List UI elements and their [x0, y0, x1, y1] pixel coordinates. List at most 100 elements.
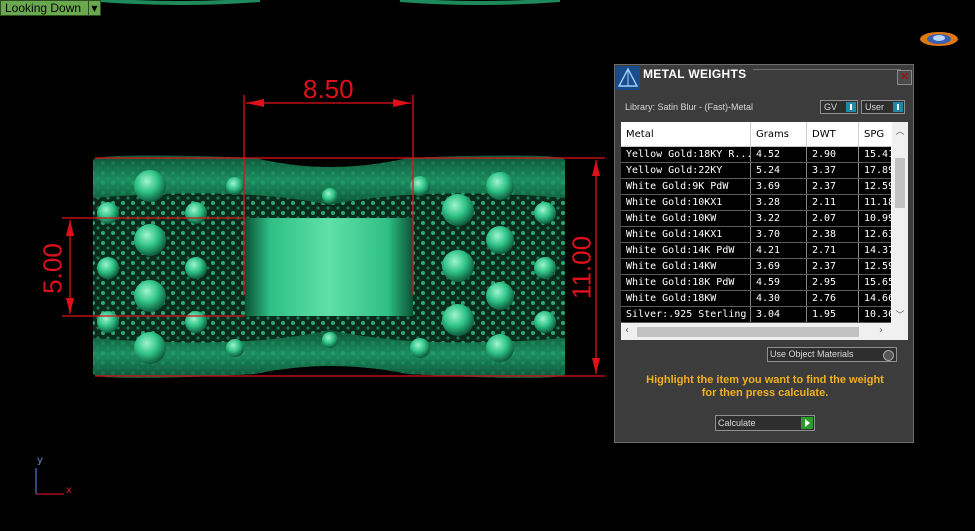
spg-value: 12.63	[864, 229, 891, 240]
dwt-value: 2.38	[807, 227, 859, 242]
vertical-scrollbar[interactable]: ︿ ﹀	[892, 122, 908, 323]
instruction-line-2: for then press calculate.	[701, 387, 829, 399]
ring-top-edge	[399, 0, 561, 5]
table-row[interactable]: White Gold:14K PdW4.212.71 14.37	[621, 243, 891, 259]
table-row[interactable]: White Gold:9K PdW3.692.37 12.59	[621, 179, 891, 195]
table-row[interactable]: White Gold:18K PdW4.592.95 15.65	[621, 275, 891, 291]
table-header: Metal Grams DWT SPG	[621, 122, 891, 147]
spg-value: 14.37	[864, 245, 891, 256]
scroll-left-icon[interactable]: ‹	[625, 325, 629, 336]
table-row[interactable]: White Gold:14KW3.692.37 12.59	[621, 259, 891, 275]
dwt-value: 2.71	[807, 243, 859, 258]
dwt-value: 1.95	[807, 307, 859, 322]
spg-value: 10.99	[864, 213, 891, 224]
dwt-value: 3.37	[807, 163, 859, 178]
grams-value: 4.21	[751, 243, 807, 258]
metal-name: White Gold:18KW	[621, 291, 751, 306]
axis-y-label: y	[37, 455, 43, 466]
axis-x-label: x	[66, 485, 72, 496]
metal-name: White Gold:14K PdW	[621, 243, 751, 258]
metal-table: Metal Grams DWT SPG Yellow Gold:18KY R..…	[621, 122, 908, 340]
table-row[interactable]: White Gold:10KW3.222.07 10.99	[621, 211, 891, 227]
scroll-right-icon[interactable]: ›	[879, 325, 883, 336]
close-button[interactable]: ✕	[897, 70, 912, 85]
view-selector[interactable]: Looking Down ▼	[0, 0, 101, 16]
spg-value: 11.18	[864, 197, 891, 208]
dimension-height-left-label: 5.00	[37, 243, 68, 294]
gem-logo-icon[interactable]	[918, 28, 960, 50]
ring-top-edge	[99, 0, 261, 5]
metal-name: Yellow Gold:22KY	[621, 163, 751, 178]
metal-name: Silver:.925 Sterling	[621, 307, 751, 322]
metal-name: White Gold:10KW	[621, 211, 751, 226]
radio-icon[interactable]	[883, 350, 894, 361]
dwt-value: 2.07	[807, 211, 859, 226]
scroll-thumb[interactable]	[637, 327, 859, 337]
axis-gizmo	[35, 468, 64, 495]
user-toggle[interactable]: User	[861, 100, 905, 114]
dimension-height-right-label: 11.00	[566, 235, 597, 300]
calculate-label: Calculate	[718, 418, 756, 428]
dwt-value: 2.76	[807, 291, 859, 306]
grams-value: 3.28	[751, 195, 807, 210]
dwt-value: 2.37	[807, 179, 859, 194]
grams-value: 4.52	[751, 147, 807, 162]
metal-name: White Gold:9K PdW	[621, 179, 751, 194]
play-icon	[801, 417, 813, 429]
table-row[interactable]: Silver:.925 Sterling3.041.95 10.36	[621, 307, 891, 323]
pyramid-icon	[616, 66, 640, 90]
spg-value: 10.36	[864, 309, 891, 320]
view-name-label: Looking Down	[5, 1, 82, 15]
spg-value: 17.89	[864, 165, 891, 176]
spg-value: 15.41	[864, 149, 891, 160]
metal-name: White Gold:14KW	[621, 259, 751, 274]
dialog-title: METAL WEIGHTS	[643, 67, 747, 81]
spg-value: 12.59	[864, 181, 891, 192]
header-divider	[753, 69, 901, 88]
grams-value: 3.22	[751, 211, 807, 226]
gv-toggle-label: GV	[824, 102, 838, 112]
dwt-value: 2.11	[807, 195, 859, 210]
toggle-knob-icon	[893, 102, 903, 112]
center-strip	[245, 218, 413, 316]
use-object-materials-label: Use Object Materials	[770, 349, 854, 359]
chevron-down-icon[interactable]: ▼	[88, 1, 100, 15]
dialog-header[interactable]: METAL WEIGHTS ✕	[615, 65, 913, 91]
grams-value: 3.69	[751, 179, 807, 194]
horizontal-scrollbar[interactable]: ‹ ›	[621, 323, 908, 340]
table-row[interactable]: White Gold:18KW4.302.76 14.66	[621, 291, 891, 307]
column-header-spg[interactable]: SPG	[859, 122, 891, 146]
table-row[interactable]: Yellow Gold:22KY5.243.37 17.89	[621, 163, 891, 179]
metal-name: White Gold:14KX1	[621, 227, 751, 242]
scroll-down-icon[interactable]: ﹀	[895, 308, 905, 321]
scroll-thumb[interactable]	[895, 158, 905, 208]
dwt-value: 2.90	[807, 147, 859, 162]
table-body: Yellow Gold:18KY R...4.522.90 15.41 Yello…	[621, 147, 891, 323]
grams-value: 5.24	[751, 163, 807, 178]
library-label: Library: Satin Blur - (Fast)-Metal	[625, 102, 754, 112]
toggle-knob-icon	[846, 102, 856, 112]
grams-value: 4.30	[751, 291, 807, 306]
user-toggle-label: User	[865, 102, 885, 112]
instruction-line-1: Highlight the item you want to find the …	[646, 374, 884, 386]
metal-name: Yellow Gold:18KY R...	[621, 147, 751, 162]
instruction-text: Highlight the item you want to find the …	[623, 374, 907, 400]
metal-name: White Gold:10KX1	[621, 195, 751, 210]
column-header-dwt[interactable]: DWT	[807, 122, 859, 146]
dimension-width-label: 8.50	[303, 74, 354, 104]
gv-toggle[interactable]: GV	[820, 100, 858, 114]
use-object-materials-option[interactable]: Use Object Materials	[767, 347, 897, 362]
dwt-value: 2.95	[807, 275, 859, 290]
metal-weights-dialog: METAL WEIGHTS ✕ Library: Satin Blur - (F…	[614, 64, 914, 443]
spg-value: 15.65	[864, 277, 891, 288]
table-row[interactable]: Yellow Gold:18KY R...4.522.90 15.41	[621, 147, 891, 163]
scroll-up-icon[interactable]: ︿	[895, 124, 905, 137]
spg-value: 12.59	[864, 261, 891, 272]
grams-value: 3.69	[751, 259, 807, 274]
grams-value: 3.04	[751, 307, 807, 322]
column-header-grams[interactable]: Grams	[751, 122, 807, 146]
column-header-metal[interactable]: Metal	[621, 122, 751, 146]
table-row[interactable]: White Gold:10KX13.282.11 11.18	[621, 195, 891, 211]
calculate-button[interactable]: Calculate	[715, 415, 815, 431]
table-row[interactable]: White Gold:14KX13.702.38 12.63	[621, 227, 891, 243]
